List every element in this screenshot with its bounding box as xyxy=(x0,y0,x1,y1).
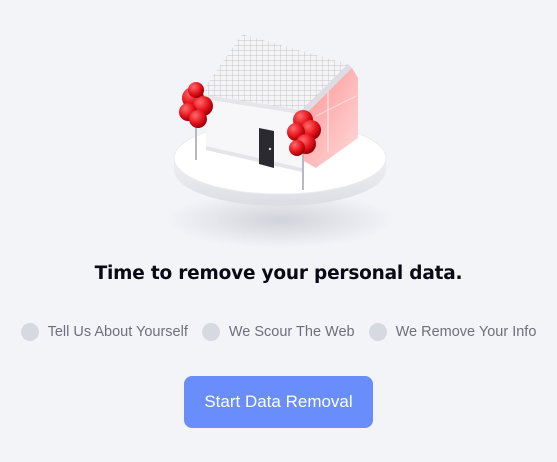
step-circle-icon xyxy=(201,323,220,341)
step-we-scour-the-web: We Scour The Web xyxy=(201,323,355,341)
house-illustration xyxy=(160,20,400,250)
step-label: We Remove Your Info xyxy=(395,324,537,340)
step-tell-us-about-yourself: Tell Us About Yourself xyxy=(20,323,188,341)
step-label: Tell Us About Yourself xyxy=(47,324,188,340)
progress-steps: Tell Us About Yourself We Scour The Web … xyxy=(0,321,557,343)
step-circle-icon xyxy=(368,323,387,341)
step-label: We Scour The Web xyxy=(228,324,355,340)
page-title: Time to remove your personal data. xyxy=(94,263,463,284)
step-circle-icon xyxy=(20,323,39,341)
step-we-remove-your-info: We Remove Your Info xyxy=(368,323,537,341)
start-data-removal-button[interactable]: Start Data Removal xyxy=(184,376,373,428)
